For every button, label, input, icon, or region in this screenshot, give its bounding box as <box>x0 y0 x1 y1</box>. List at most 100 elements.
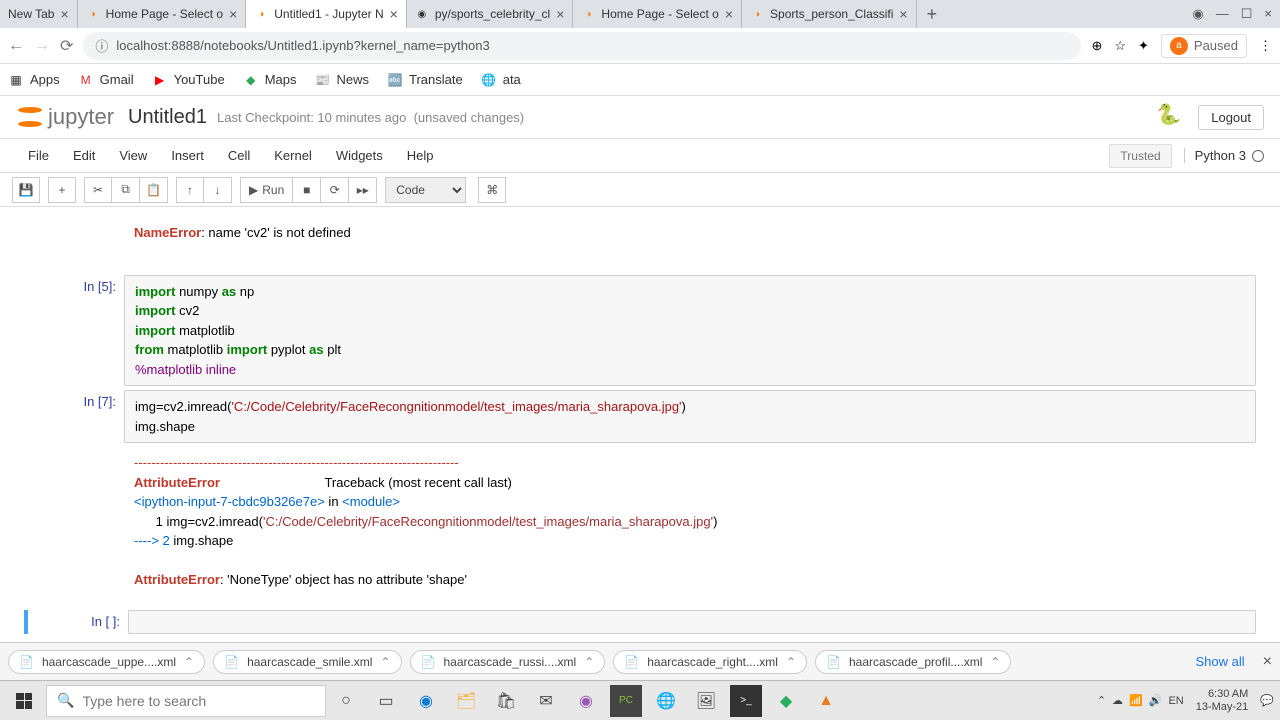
cortana-icon[interactable]: ○ <box>330 685 362 717</box>
close-icon[interactable]: × <box>725 6 733 22</box>
save-button[interactable]: 💾 <box>12 177 40 203</box>
volume-icon[interactable]: 🔊 <box>1149 694 1163 707</box>
move-up-button[interactable]: ↑ <box>176 177 204 203</box>
code-input[interactable]: import numpy as np import cv2 import mat… <box>124 275 1256 387</box>
profile-paused-chip[interactable]: a Paused <box>1161 34 1247 58</box>
extensions-icon[interactable]: ✦ <box>1138 38 1149 54</box>
window-close-icon[interactable]: × <box>1264 6 1272 22</box>
interrupt-button[interactable]: ■ <box>293 177 321 203</box>
kernel-indicator[interactable]: Python 3 <box>1184 148 1264 163</box>
vlc-icon[interactable]: ▲ <box>810 685 842 717</box>
browser-tab[interactable]: ◉py/sports_celebrity_cl× <box>407 0 574 28</box>
bookmark-gmail[interactable]: MGmail <box>78 72 134 88</box>
close-icon[interactable]: × <box>1263 653 1272 671</box>
close-icon[interactable]: × <box>229 6 237 22</box>
taskbar-search[interactable]: 🔍 Type here to search <box>46 685 326 717</box>
back-icon[interactable]: ← <box>8 37 24 55</box>
menu-cell[interactable]: Cell <box>216 142 262 169</box>
wifi-icon[interactable]: 📶 <box>1129 694 1143 707</box>
minimize-icon[interactable]: — <box>1216 6 1229 22</box>
start-button[interactable] <box>6 683 42 719</box>
bookmark-maps[interactable]: ◆Maps <box>243 72 297 88</box>
notebook-area[interactable]: NameError: name 'cv2' is not defined In … <box>0 207 1280 635</box>
chevron-up-icon[interactable]: ⌃ <box>990 655 1000 669</box>
browser-tab-active[interactable]: ◑Untitled1 - Jupyter N× <box>246 0 407 28</box>
url-input[interactable]: ⓘ localhost:8888/notebooks/Untitled1.ipy… <box>83 32 1081 60</box>
close-icon[interactable]: × <box>556 6 564 22</box>
menu-icon[interactable]: ⋮ <box>1259 38 1272 54</box>
bookmark-ata[interactable]: 🌐ata <box>481 72 521 88</box>
clock[interactable]: 6:30 AM 13-May-21 <box>1190 688 1255 712</box>
new-tab-button[interactable]: + <box>917 4 948 25</box>
language-icon[interactable]: EN <box>1168 695 1183 707</box>
bookmark-news[interactable]: 📰News <box>314 72 369 88</box>
chevron-up-icon[interactable]: ⌃ <box>786 655 796 669</box>
forward-icon[interactable]: → <box>34 37 50 55</box>
restart-button[interactable]: ⟳ <box>321 177 349 203</box>
code-input[interactable]: img=cv2.imread('C:/Code/Celebrity/FaceRe… <box>124 390 1256 443</box>
maximize-icon[interactable]: ☐ <box>1241 6 1253 22</box>
explorer-icon[interactable]: 🗂 <box>450 685 482 717</box>
menu-help[interactable]: Help <box>395 142 446 169</box>
move-down-button[interactable]: ↓ <box>204 177 232 203</box>
browser-tab[interactable]: ◑Home Page - Select o× <box>573 0 742 28</box>
notebook-title[interactable]: Untitled1 <box>128 106 207 129</box>
paste-button[interactable]: 📋 <box>140 177 168 203</box>
browser-tab[interactable]: ◑Sports_person_Classifi× <box>742 0 917 28</box>
cut-button[interactable]: ✂ <box>84 177 112 203</box>
menu-kernel[interactable]: Kernel <box>262 142 324 169</box>
app-icon[interactable]: ◆ <box>770 685 802 717</box>
photos-icon[interactable]: 🖼 <box>690 685 722 717</box>
download-item[interactable]: 📄haarcascade_smile.xml⌃ <box>213 650 401 674</box>
show-all-button[interactable]: Show all <box>1196 654 1245 669</box>
account-icon[interactable]: ◉ <box>1192 6 1203 22</box>
add-cell-button[interactable]: + <box>48 177 76 203</box>
chevron-up-icon[interactable]: ⌃ <box>184 655 194 669</box>
code-input[interactable] <box>128 610 1256 634</box>
close-icon[interactable]: × <box>60 6 68 22</box>
notifications-icon[interactable]: 💬 <box>1260 694 1274 707</box>
copy-button[interactable]: ⧉ <box>112 177 140 203</box>
browser-tab[interactable]: ◑Home Page - Select o× <box>78 0 247 28</box>
edge-icon[interactable]: ◉ <box>410 685 442 717</box>
code-cell-selected[interactable]: In [ ]: <box>24 610 1256 634</box>
bookmark-youtube[interactable]: ▶YouTube <box>152 72 225 88</box>
bookmark-apps[interactable]: ▦Apps <box>8 72 60 88</box>
run-button[interactable]: ▶ Run <box>240 177 293 203</box>
code-cell[interactable]: In [7]: img=cv2.imread('C:/Code/Celebrit… <box>24 390 1256 443</box>
download-item[interactable]: 📄haarcascade_right....xml⌃ <box>613 650 807 674</box>
pycharm-icon[interactable]: PC <box>610 685 642 717</box>
menu-file[interactable]: File <box>16 142 61 169</box>
reload-icon[interactable]: ⟳ <box>60 36 73 56</box>
menu-edit[interactable]: Edit <box>61 142 107 169</box>
jupyter-logo[interactable]: jupyter <box>16 103 114 131</box>
zoom-icon[interactable]: ⊕ <box>1091 38 1102 54</box>
chrome-icon[interactable]: 🌐 <box>650 685 682 717</box>
download-item[interactable]: 📄haarcascade_uppe....xml⌃ <box>8 650 205 674</box>
chevron-up-icon[interactable]: ⌃ <box>584 655 594 669</box>
chevron-up-icon[interactable]: ⌃ <box>380 655 390 669</box>
close-icon[interactable]: × <box>390 6 398 22</box>
task-view-icon[interactable]: ▭ <box>370 685 402 717</box>
command-palette-button[interactable]: ⌘ <box>478 177 506 203</box>
menu-insert[interactable]: Insert <box>159 142 216 169</box>
star-icon[interactable]: ☆ <box>1114 38 1126 54</box>
download-item[interactable]: 📄haarcascade_profil....xml⌃ <box>815 650 1011 674</box>
mail-icon[interactable]: ✉ <box>530 685 562 717</box>
cell-type-select[interactable]: Code <box>385 177 466 203</box>
chevron-up-icon[interactable]: ⌃ <box>1097 694 1106 707</box>
trusted-badge[interactable]: Trusted <box>1109 144 1171 168</box>
browser-tab[interactable]: New Tab× <box>0 0 78 28</box>
code-cell[interactable]: In [5]: import numpy as np import cv2 im… <box>24 275 1256 387</box>
download-item[interactable]: 📄haarcascade_russi....xml⌃ <box>410 650 606 674</box>
restart-run-all-button[interactable]: ▸▸ <box>349 177 377 203</box>
menu-widgets[interactable]: Widgets <box>324 142 395 169</box>
logout-button[interactable]: Logout <box>1198 105 1264 130</box>
store-icon[interactable]: 🛍 <box>490 685 522 717</box>
app-icon[interactable]: ◉ <box>570 685 602 717</box>
bookmark-translate[interactable]: 🔤Translate <box>387 72 463 88</box>
terminal-icon[interactable]: >_ <box>730 685 762 717</box>
menu-view[interactable]: View <box>107 142 159 169</box>
onedrive-icon[interactable]: ☁ <box>1112 694 1123 707</box>
close-icon[interactable]: × <box>899 6 907 22</box>
